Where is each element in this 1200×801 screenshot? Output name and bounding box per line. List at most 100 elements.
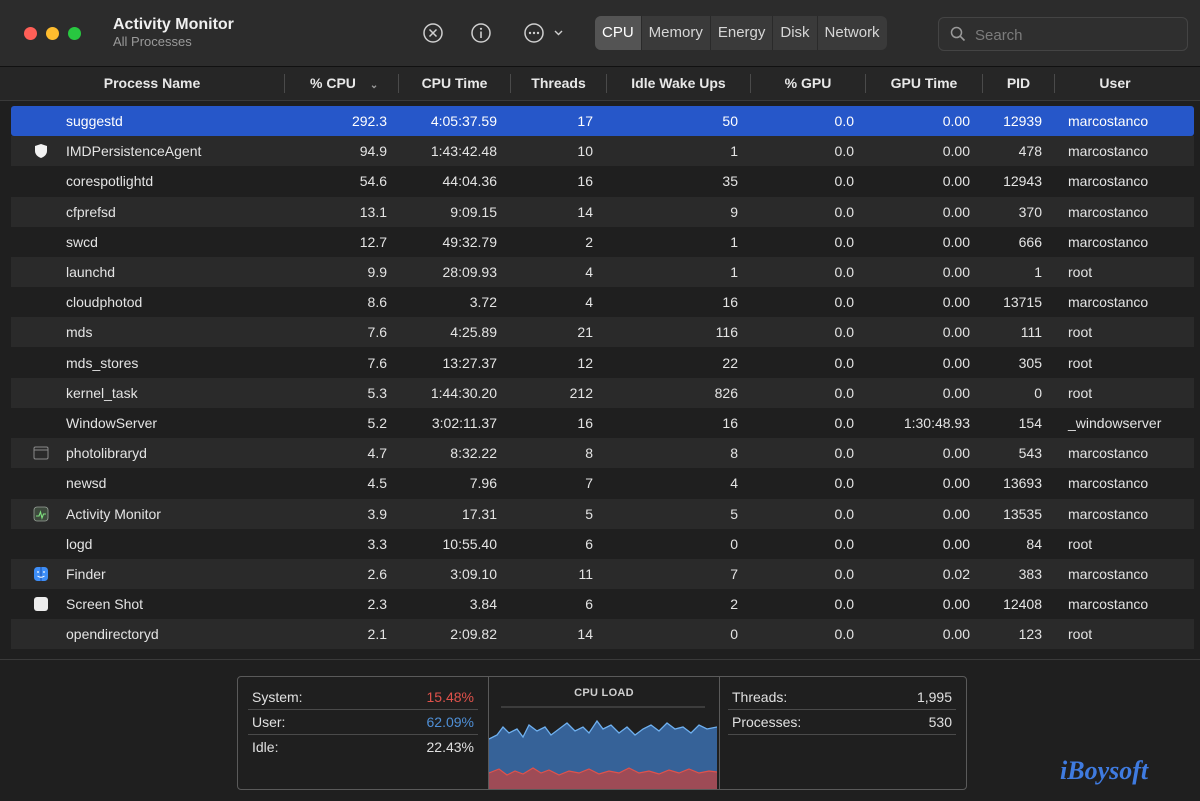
cell-threads: 16 [577,415,593,431]
minimize-window-button[interactable] [46,27,59,40]
table-row[interactable]: opendirectoryd 2.1 2:09.82 14 0 0.0 0.00 123 roo… [11,619,1194,650]
activity-monitor-window: Activity Monitor All Processes CPU Memor… [0,0,1200,801]
column-gpu-time[interactable]: GPU Time [866,67,982,100]
cell-cputime: 4:25.89 [450,324,497,341]
table-row[interactable]: corespotlightd 54.6 44:04.36 16 35 0.0 0.00 129… [11,166,1194,196]
tab-memory[interactable]: Memory [642,16,711,50]
cell-threads: 4 [585,264,593,280]
column-cpu-label: % CPU [310,75,356,91]
table-row[interactable]: Activity Monitor 3.9 17.31 5 5 0.0 0.00 13535 ma… [11,498,1194,529]
cell-user: marcostanco [1068,566,1149,582]
process-name: mds [66,324,93,341]
cell-idle: 116 [715,324,738,341]
info-icon[interactable] [470,22,492,44]
app-subtitle[interactable]: All Processes [113,34,234,50]
table-row[interactable]: swcd 12.7 49:32.79 2 1 0.0 0.00 666 marcostanco [11,227,1194,257]
tab-disk[interactable]: Disk [773,16,818,50]
process-name: kernel_task [66,384,138,401]
cell-threads: 7 [585,475,593,492]
table-row[interactable]: WindowServer 5.2 3:02:11.37 16 16 0.0 1:30:48.… [11,408,1194,438]
column-idle-wake-ups[interactable]: Idle Wake Ups [607,67,750,100]
process-name: suggestd [66,113,123,129]
close-window-button[interactable] [24,27,37,40]
search-icon [950,26,966,42]
tab-energy[interactable]: Energy [711,16,774,50]
more-actions-icon[interactable] [523,22,567,44]
cell-gputime: 1:30:48.93 [903,415,970,431]
cell-cputime: 17.31 [461,505,497,522]
cell-pid: 13693 [1003,475,1042,492]
sort-descending-icon: ⌄ [369,80,379,91]
cell-cputime: 3:09.10 [450,566,497,582]
cell-threads: 10 [577,143,593,160]
zoom-window-button[interactable] [68,27,81,40]
cell-cputime: 44:04.36 [442,173,498,190]
system-value: 15.48% [426,689,474,705]
cell-gpu: 0.0 [834,596,854,613]
cell-threads: 2 [585,233,593,250]
cell-pid: 543 [1018,445,1042,462]
cell-gpu: 0.0 [834,626,854,643]
threads-value: 1,995 [916,689,952,705]
cell-gpu: 0.0 [834,294,854,311]
table-row[interactable]: IMDPersistenceAgent 94.9 1:43:42.48 10 1 0.0 0… [11,136,1194,167]
table-row[interactable]: logd 3.3 10:55.40 6 0 0.0 0.00 84 root [11,529,1194,559]
cell-threads: 14 [577,203,593,220]
column-user[interactable]: User [1055,67,1175,100]
table-row[interactable]: photolibraryd 4.7 8:32.22 8 8 0.0 0.00 543 marco… [11,438,1194,469]
table-row[interactable]: launchd 9.9 28:09.93 4 1 0.0 0.00 1 root [11,257,1194,287]
cell-gpu: 0.0 [834,233,854,250]
window-icon [33,445,49,461]
table-row[interactable]: Finder 2.6 3:09.10 11 7 0.0 0.02 383 marcostanco [11,559,1194,589]
process-name: Screen Shot [66,596,144,613]
summary-panel: System: 15.48% User: 62.09% Idle: 22.43%… [0,659,1200,801]
cell-cputime: 4:05:37.59 [430,113,497,129]
table-row[interactable]: Screen Shot 2.3 3.84 6 2 0.0 0.00 12408 marcosta… [11,589,1194,619]
cell-user: root [1068,354,1093,371]
table-row[interactable]: cfprefsd 13.1 9:09.15 14 9 0.0 0.00 370 marcosta… [11,196,1194,227]
table-row[interactable]: kernel_task 5.3 1:44:30.20 212 826 0.0 0.00 0 ro… [11,377,1194,408]
view-tabs: CPU Memory Energy Disk Network [595,16,887,50]
cell-threads: 14 [577,626,593,643]
cell-gpu: 0.0 [834,445,854,462]
table-row[interactable]: suggestd 292.3 4:05:37.59 17 50 0.0 0.00 12939 m… [11,106,1194,136]
cell-pid: 0 [1034,384,1042,401]
column-header: Process Name % CPU ⌄ CPU Time Threads Idl… [0,67,1200,101]
activity-monitor-icon [33,506,49,522]
cell-user: root [1068,324,1093,341]
cell-pid: 12939 [1003,113,1042,129]
column-pid[interactable]: PID [983,67,1054,100]
cell-idle: 7 [730,566,738,582]
column-threads[interactable]: Threads [511,67,606,100]
tab-cpu[interactable]: CPU [595,16,642,50]
cell-gpu: 0.0 [834,324,854,341]
cell-cputime: 10:55.40 [442,535,498,552]
column-process-name[interactable]: Process Name [60,67,244,100]
search-input[interactable] [973,18,1182,52]
tab-network[interactable]: Network [818,16,887,50]
cell-gputime: 0.00 [942,173,970,190]
cell-user: marcostanco [1068,475,1149,492]
cell-cpu: 12.7 [359,233,387,250]
table-row[interactable]: mds_stores 7.6 13:27.37 12 22 0.0 0.00 305 root [11,348,1194,378]
column-cpu-time[interactable]: CPU Time [399,67,510,100]
process-name: photolibraryd [66,445,147,462]
cell-cpu: 5.3 [367,384,387,401]
table-row[interactable]: newsd 4.5 7.96 7 4 0.0 0.00 13693 marcostanco [11,468,1194,498]
cell-idle: 1 [730,143,738,160]
cell-gputime: 0.00 [942,384,970,401]
table-row[interactable]: mds 7.6 4:25.89 21 116 0.0 0.00 111 root [11,317,1194,348]
idle-value: 22.43% [426,739,474,755]
column-cpu[interactable]: % CPU ⌄ [290,67,398,100]
cell-threads: 17 [577,113,593,129]
stop-process-icon[interactable] [422,22,444,44]
cell-gpu: 0.0 [834,203,854,220]
cell-cputime: 49:32.79 [442,233,498,250]
process-name: IMDPersistenceAgent [66,143,202,160]
cpu-load-graph [489,706,717,789]
table-row[interactable]: cloudphotod 8.6 3.72 4 16 0.0 0.00 13715 marcost… [11,287,1194,317]
cell-threads: 4 [585,294,593,311]
cell-idle: 1 [730,264,738,280]
column-gpu[interactable]: % GPU [751,67,865,100]
cell-gpu: 0.0 [834,143,854,160]
